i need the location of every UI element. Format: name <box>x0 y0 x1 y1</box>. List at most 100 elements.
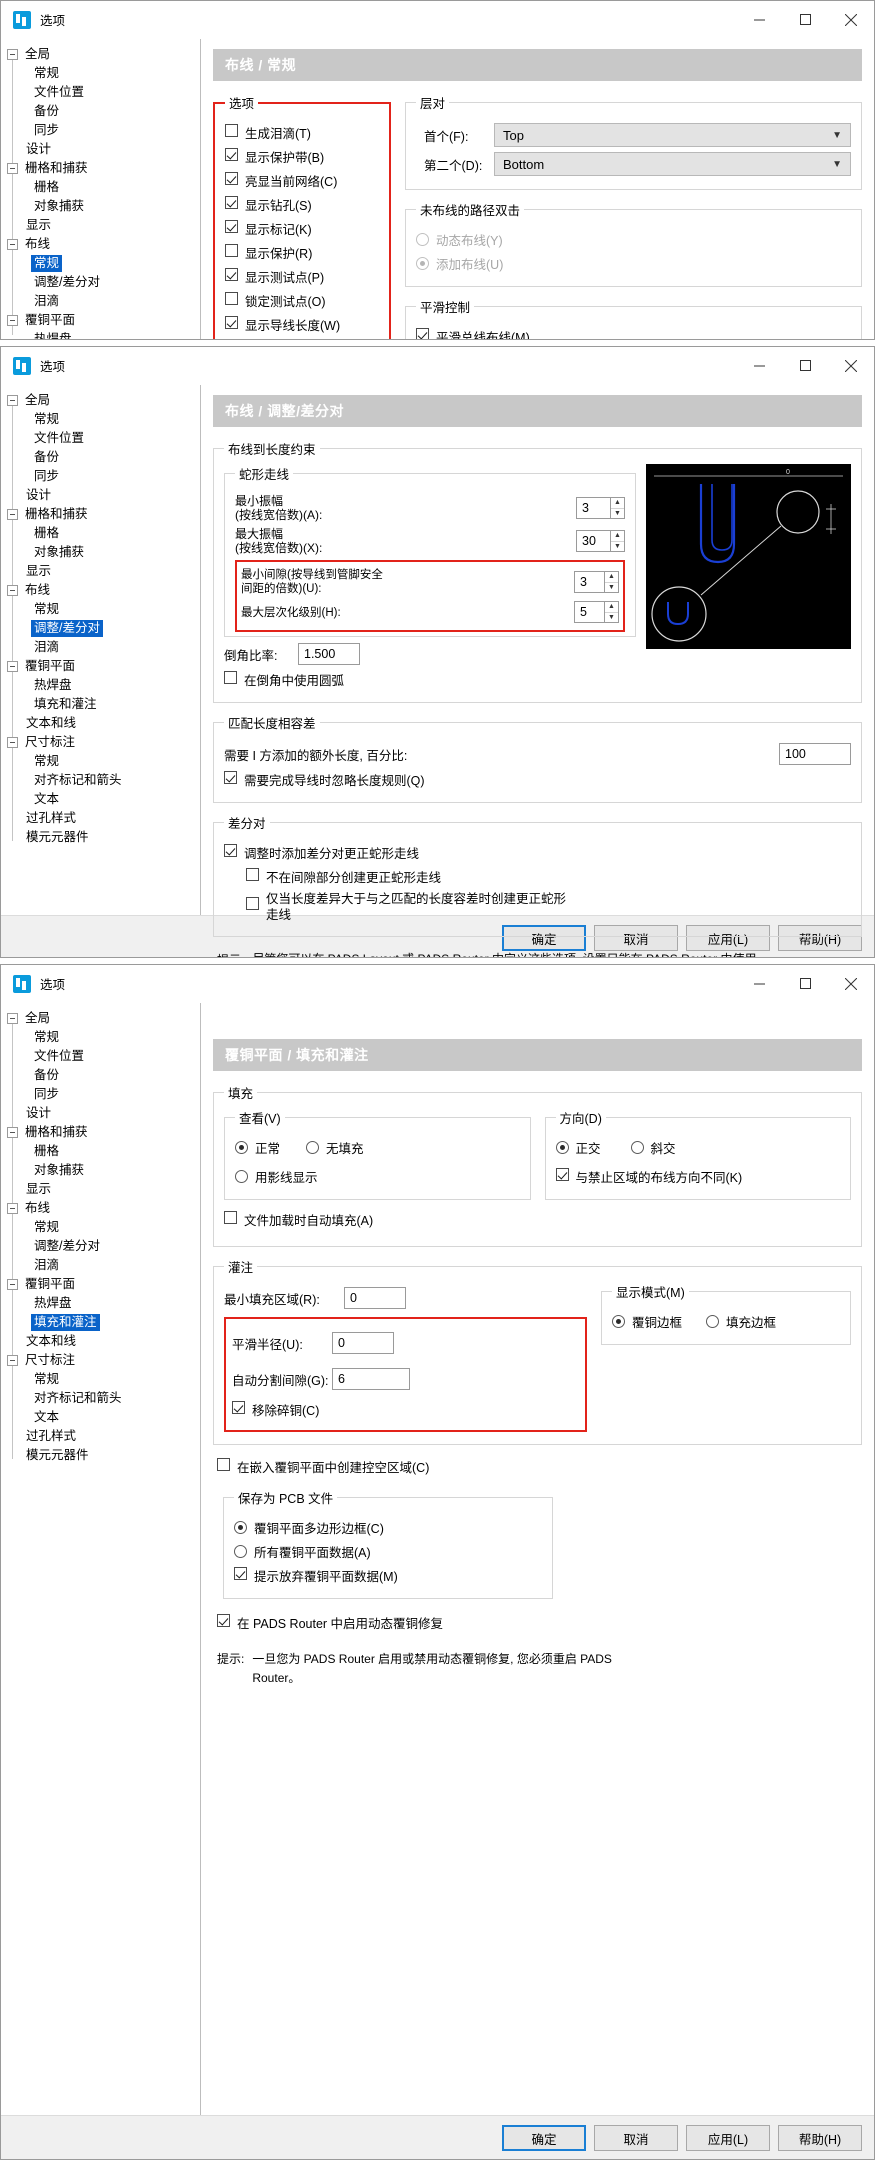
checkbox-no-gap-correction[interactable]: 不在间隙部分创建更正蛇形走线 <box>246 867 851 886</box>
radio-icon[interactable] <box>235 1141 248 1154</box>
tree-item-general[interactable]: 常规 <box>1 64 200 83</box>
radio-add-route[interactable]: 添加布线(U) <box>416 254 851 273</box>
checkbox-icon[interactable] <box>225 292 238 305</box>
checkbox-icon[interactable] <box>416 328 429 339</box>
tree-item-object-snap[interactable]: 对象捕获 <box>1 543 200 562</box>
minimize-icon[interactable] <box>736 1 782 38</box>
expander-icon[interactable] <box>7 1279 18 1290</box>
radio-icon[interactable] <box>706 1315 720 1328</box>
max-amplitude-input[interactable]: 30 <box>576 530 610 552</box>
min-gap-stepper[interactable]: 3 ▲ ▼ <box>574 571 619 593</box>
tree-item-grids-snap[interactable]: 栅格和捕获 <box>1 505 200 524</box>
radio-no-fill[interactable]: 无填充 <box>306 1138 364 1157</box>
checkbox-icon[interactable] <box>224 671 237 684</box>
tree-item-general[interactable]: 常规 <box>1 410 200 429</box>
checkbox-icon[interactable] <box>225 316 238 329</box>
smooth-radius-input[interactable]: 0 <box>332 1332 394 1354</box>
stepper-arrows[interactable]: ▲ ▼ <box>610 530 625 552</box>
tree-item-teardrop[interactable]: 泪滴 <box>1 638 200 657</box>
expander-icon[interactable] <box>7 1127 18 1138</box>
tree-item-design[interactable]: 设计 <box>1 140 200 159</box>
tree-item-mold-component[interactable]: 模元元器件 <box>1 828 200 847</box>
auto-gap-input[interactable]: 6 <box>332 1368 410 1390</box>
checkbox-icon[interactable] <box>225 196 238 209</box>
checkbox-use-arc-in-chamfer[interactable]: 在倒角中使用圆弧 <box>224 670 636 689</box>
radio-copper-outline[interactable]: 覆铜边框 <box>612 1312 682 1331</box>
chevron-up-icon[interactable]: ▲ <box>605 602 618 613</box>
max-level-stepper[interactable]: 5 ▲ ▼ <box>574 601 619 623</box>
tree-item-dimension-general[interactable]: 常规 <box>1 1370 200 1389</box>
checkbox-show-trace-length[interactable]: 显示导线长度(W) <box>225 315 379 334</box>
tree-item-tuning-diffpair[interactable]: 调整/差分对 <box>1 619 200 638</box>
checkbox-keepout-direction[interactable]: 与禁止区域的布线方向不同(K) <box>555 1167 841 1186</box>
radio-icon[interactable] <box>234 1521 247 1534</box>
min-gap-input[interactable]: 3 <box>574 571 604 593</box>
tree-item-design[interactable]: 设计 <box>1 486 200 505</box>
stepper-arrows[interactable]: ▲ ▼ <box>604 601 619 623</box>
chevron-up-icon[interactable]: ▲ <box>611 498 624 509</box>
tree-item-fill-pour[interactable]: 填充和灌注 <box>1 1313 200 1332</box>
checkbox-autofill-on-load[interactable]: 文件加载时自动填充(A) <box>224 1210 851 1229</box>
checkbox-icon[interactable] <box>225 268 238 281</box>
checkbox-icon[interactable] <box>225 172 238 185</box>
tree-item-fill-pour[interactable]: 填充和灌注 <box>1 695 200 714</box>
radio-icon[interactable] <box>416 257 429 270</box>
chevron-down-icon[interactable]: ▼ <box>832 159 842 170</box>
extra-length-input[interactable]: 100 <box>779 743 851 765</box>
chevron-down-icon[interactable]: ▼ <box>611 542 624 552</box>
expander-icon[interactable] <box>7 1013 18 1024</box>
expander-icon[interactable] <box>7 395 18 406</box>
tree-item-file-location[interactable]: 文件位置 <box>1 1047 200 1066</box>
checkbox-generate-teardrop[interactable]: 生成泪滴(T) <box>225 123 379 142</box>
tree-item-global[interactable]: 全局 <box>1 1009 200 1028</box>
chevron-down-icon[interactable]: ▼ <box>605 583 618 593</box>
checkbox-remove-slivers[interactable]: 移除碎铜(C) <box>232 1400 579 1419</box>
checkbox-smooth-bus-route[interactable]: 平滑总线布线(M) <box>416 327 851 339</box>
expander-icon[interactable] <box>7 585 18 596</box>
apply-button[interactable]: 应用(L) <box>686 2125 770 2151</box>
tree-item-mold-component[interactable]: 模元元器件 <box>1 1446 200 1465</box>
radio-icon[interactable] <box>555 1141 569 1154</box>
tree-item-grids-snap[interactable]: 栅格和捕获 <box>1 159 200 178</box>
checkbox-icon[interactable] <box>225 124 238 137</box>
radio-icon[interactable] <box>612 1315 625 1328</box>
tree-item-file-location[interactable]: 文件位置 <box>1 429 200 448</box>
close-icon[interactable] <box>828 347 874 384</box>
tree-item-thermal-pad[interactable]: 热焊盘 <box>1 1294 200 1313</box>
tree-item-display[interactable]: 显示 <box>1 216 200 235</box>
radio-all-plane-data[interactable]: 所有覆铜平面数据(A) <box>234 1542 542 1561</box>
tree-item-grids-snap[interactable]: 栅格和捕获 <box>1 1123 200 1142</box>
tree-item-design[interactable]: 设计 <box>1 1104 200 1123</box>
stepper-arrows[interactable]: ▲ ▼ <box>604 571 619 593</box>
tree-item-tuning-diffpair[interactable]: 调整/差分对 <box>1 273 200 292</box>
tree-item-display[interactable]: 显示 <box>1 1180 200 1199</box>
min-amplitude-stepper[interactable]: 3 ▲ ▼ <box>576 497 625 519</box>
tree-item-via-style[interactable]: 过孔样式 <box>1 809 200 828</box>
tree-item-general[interactable]: 常规 <box>1 1028 200 1047</box>
tree-item-backup[interactable]: 备份 <box>1 1066 200 1085</box>
checkbox-add-diffpair-correction[interactable]: 调整时添加差分对更正蛇形走线 <box>224 843 851 862</box>
max-level-input[interactable]: 5 <box>574 601 604 623</box>
expander-icon[interactable] <box>7 239 18 250</box>
tree-item-backup[interactable]: 备份 <box>1 448 200 467</box>
radio-orthogonal[interactable]: 正交 <box>555 1138 601 1157</box>
close-icon[interactable] <box>828 1 874 38</box>
tree-item-grid[interactable]: 栅格 <box>1 178 200 197</box>
radio-icon[interactable] <box>306 1141 320 1154</box>
expander-icon[interactable] <box>7 737 18 748</box>
checkbox-icon[interactable] <box>555 1168 569 1181</box>
checkbox-icon[interactable] <box>225 220 238 233</box>
checkbox-only-when-exceed-tolerance[interactable]: 仅当长度差异大于与之匹配的长度容差时创建更正蛇形走线 <box>246 891 851 923</box>
checkbox-enable-dynamic-copper-repair[interactable]: 在 PADS Router 中启用动态覆铜修复 <box>217 1613 858 1632</box>
checkbox-highlight-current-net[interactable]: 亮显当前网络(C) <box>225 171 379 190</box>
checkbox-icon[interactable] <box>234 1567 247 1580</box>
settings-tree-2[interactable]: 全局 常规 文件位置 备份 同步 设计 栅格和捕获 栅格 对象捕获 显示 布线 … <box>1 385 201 915</box>
radio-normal-fill[interactable]: 正常 <box>235 1138 280 1157</box>
checkbox-icon[interactable] <box>225 244 238 257</box>
tree-item-object-snap[interactable]: 对象捕获 <box>1 197 200 216</box>
stepper-arrows[interactable]: ▲ ▼ <box>610 497 625 519</box>
tree-item-text-lines[interactable]: 文本和线 <box>1 1332 200 1351</box>
checkbox-icon[interactable] <box>225 148 238 161</box>
expander-icon[interactable] <box>7 509 18 520</box>
tree-item-align-marks-arrows[interactable]: 对齐标记和箭头 <box>1 1389 200 1408</box>
